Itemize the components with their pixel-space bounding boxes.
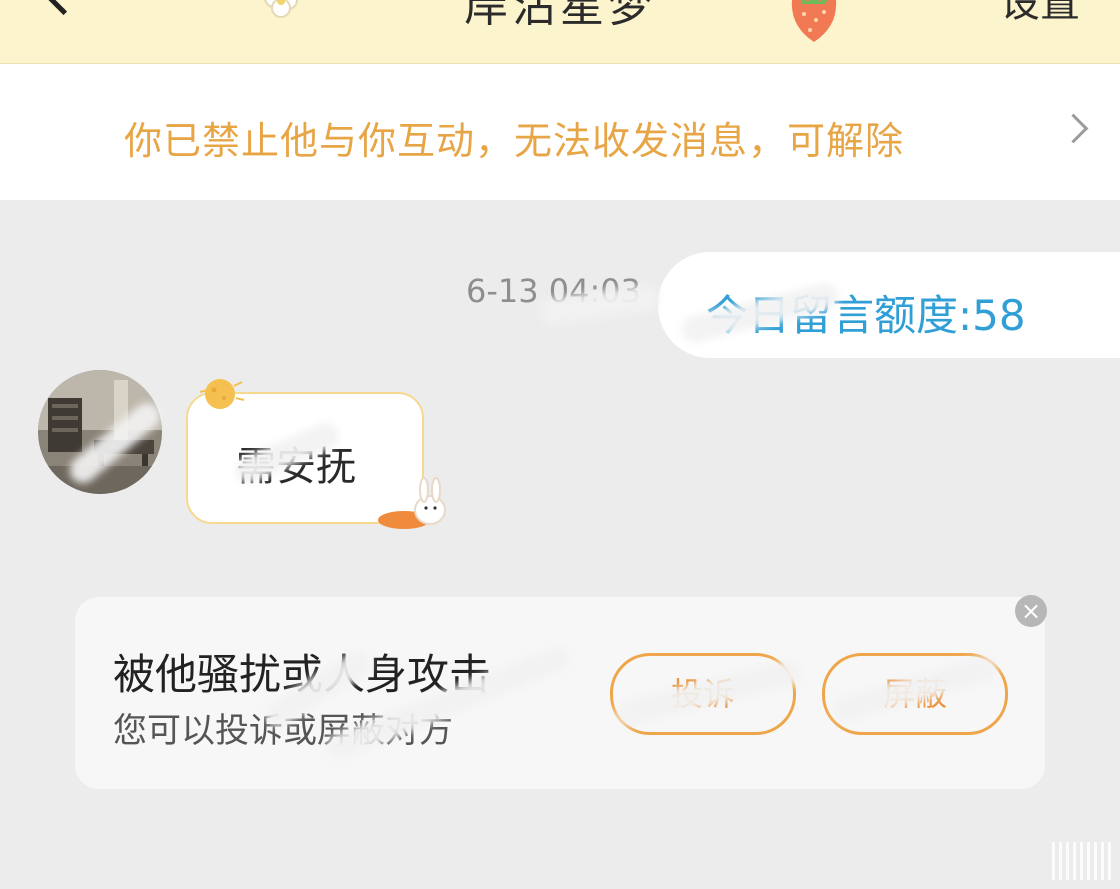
quota-bubble: 今日留言额度:58 xyxy=(658,252,1120,358)
settings-button[interactable]: 设置 xyxy=(1000,0,1080,28)
close-icon[interactable]: × xyxy=(1015,595,1047,627)
top-nav-bar: 岸沾星梦 设置 xyxy=(0,0,1120,64)
chat-title: 岸沾星梦 xyxy=(464,0,656,32)
moon-decoration-icon xyxy=(196,374,246,412)
block-notice-banner[interactable]: 你已禁止他与你互动，无法收发消息，可解除 xyxy=(0,64,1120,200)
block-notice-text: 你已禁止他与你互动，无法收发消息，可解除 xyxy=(124,119,905,163)
chevron-right-icon xyxy=(1058,113,1089,144)
strawberry-decoration-icon xyxy=(786,0,842,44)
bunny-decoration-icon xyxy=(374,476,454,532)
watermark-corner xyxy=(1052,842,1112,880)
